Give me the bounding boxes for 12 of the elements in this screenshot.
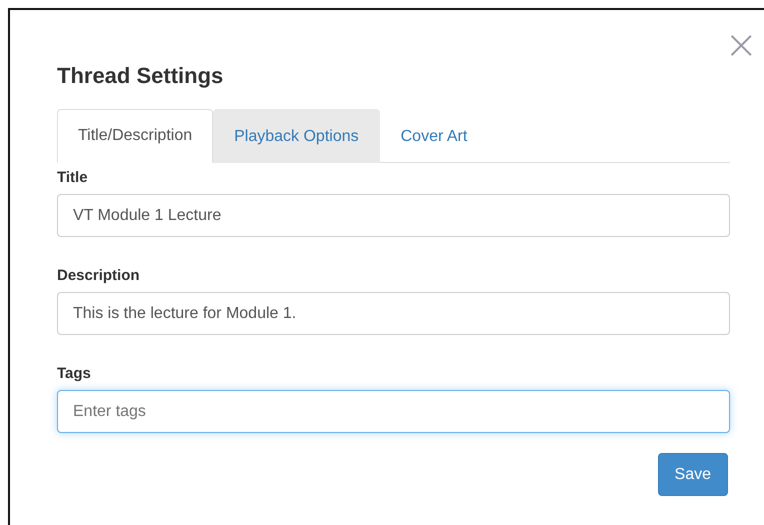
field-label: Tags (57, 365, 92, 382)
tab[interactable]: Cover Art (380, 109, 488, 163)
dialog-title: Thread Settings (57, 63, 224, 89)
input-field[interactable]: This is the lecture for Module 1. (57, 292, 730, 335)
tab[interactable]: Title/Description (57, 109, 214, 163)
close-button[interactable]: × (724, 28, 758, 62)
field-label: Description (57, 267, 141, 284)
input-field[interactable]: VT Module 1 Lecture (57, 194, 730, 237)
field-label: Title (57, 169, 89, 186)
save-button[interactable]: Save (658, 453, 728, 496)
tab[interactable]: Playback Options (213, 109, 380, 163)
input-field[interactable]: Enter tags (57, 390, 730, 433)
